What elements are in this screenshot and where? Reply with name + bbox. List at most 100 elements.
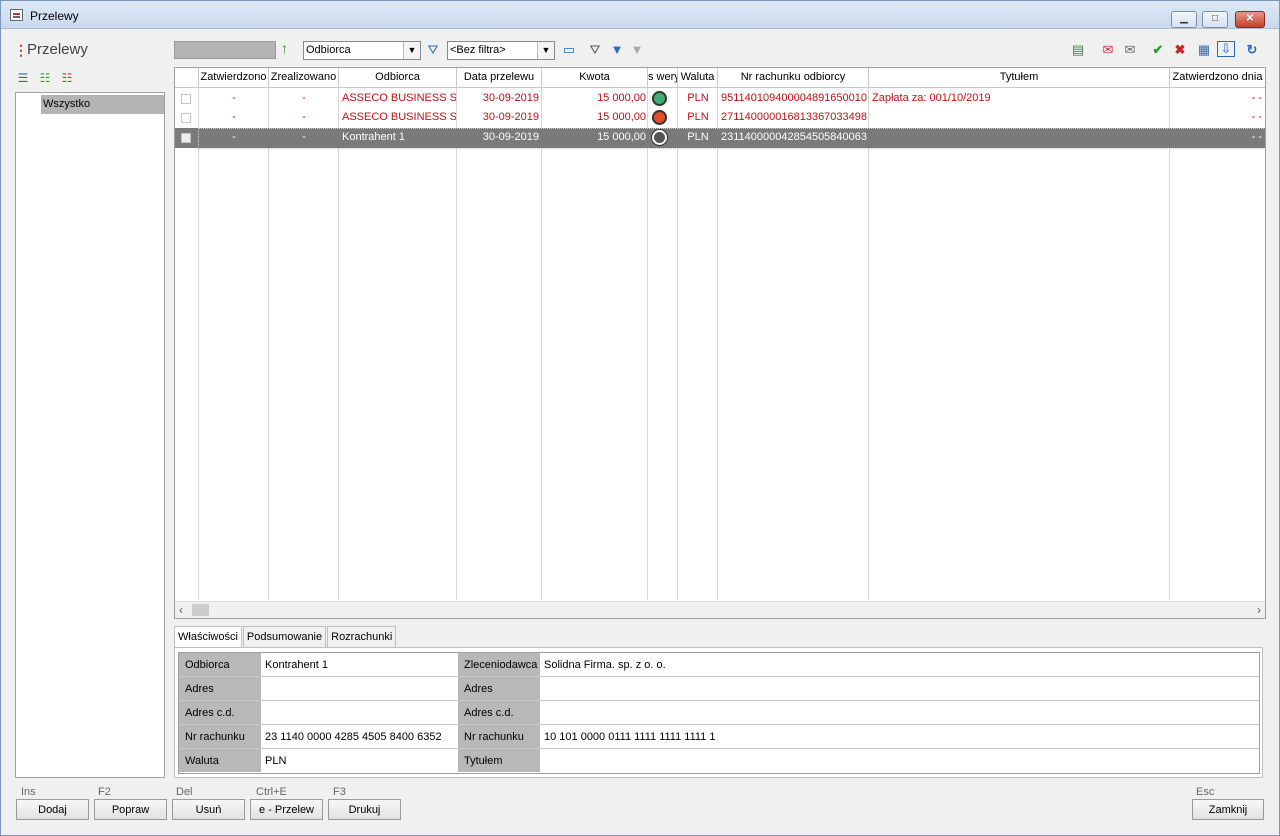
toolbar: ⋮ Przelewy ↑ Odbiorca ▼ ⛛ <Bez filtra> ▼… [1,37,1279,65]
table-row-selected[interactable]: - - Kontrahent 1 30-09-2019 15 000,00 PL… [175,128,1265,149]
property-label: Nr rachunku [179,725,261,748]
filter-combo[interactable]: <Bez filtra> ▼ [447,41,555,60]
tree-expand-icon[interactable]: ☷ [36,71,54,87]
date-cell: 30-09-2019 [482,92,539,104]
approved-date-cell: - - [1251,111,1262,123]
recipient-cell: Kontrahent 1 [342,131,405,143]
refresh-icon[interactable]: ↻ [1243,41,1261,59]
column-header[interactable]: Waluta [678,68,718,88]
close-window-button[interactable]: Zamknij [1192,799,1264,820]
row-checkbox[interactable] [181,94,191,104]
amount-cell: 15 000,00 [597,131,646,143]
filter-table-icon[interactable]: ⛛ [586,41,604,59]
scroll-left-icon[interactable]: ‹ [179,603,183,617]
filter-clear-icon[interactable]: ▼ [628,41,646,59]
property-label: Adres c.d. [179,701,261,724]
row-checkbox[interactable] [181,133,191,143]
property-row: Nr rachunku 23 1140 0000 4285 4505 8400 … [179,725,1259,749]
refresh-list-icon[interactable]: ▤ [1069,41,1087,59]
grid-view-icon[interactable]: ▦ [1195,41,1213,59]
property-value [541,701,1257,724]
maximize-button[interactable]: □ [1202,11,1228,28]
amount-cell: 15 000,00 [597,111,646,123]
table-row[interactable]: - - ASSECO BUSINESS SO 30-09-2019 15 000… [175,89,1265,109]
account-cell: 95114010940000489165001020 [721,92,867,104]
row-checkbox[interactable] [181,113,191,123]
tab-properties[interactable]: Właściwości [174,626,242,648]
tree-panel: Wszystko [15,92,165,778]
column-header[interactable]: Zrealizowano [269,68,339,88]
recipient-cell: ASSECO BUSINESS SO [342,92,456,104]
currency-cell: PLN [687,131,709,143]
edit-button[interactable]: Popraw [94,799,167,820]
property-value [541,749,1257,772]
property-label: Adres [179,677,261,700]
print-button[interactable]: Drukuj [328,799,401,820]
send-mail-icon[interactable]: ✉ [1099,41,1117,59]
completed-cell: - [302,92,306,104]
horizontal-scrollbar[interactable]: ‹ › [175,601,1265,618]
approved-cell: - [232,111,236,123]
account-cell: 23114000004285450584006352 [721,131,867,143]
properties-table: Odbiorca Kontrahent 1 Zleceniodawca Soli… [178,652,1260,774]
column-header[interactable]: Zatwierdzono [199,68,269,88]
add-button[interactable]: Dodaj [16,799,89,820]
title-cell [872,111,1168,125]
cancel-icon[interactable]: ✖ [1171,41,1189,59]
calendar-icon[interactable]: ▭ [560,41,578,59]
property-label: Adres c.d. [458,701,540,724]
column-header-checkbox[interactable] [175,68,199,88]
status-dot-icon [652,130,667,145]
column-header[interactable]: Odbiorca [339,68,457,88]
tree-settings-icon[interactable]: ☷ [58,71,76,87]
scroll-right-icon[interactable]: › [1257,603,1261,617]
currency-cell: PLN [687,111,709,123]
receive-mail-icon[interactable]: ✉ [1121,41,1139,59]
minimize-button[interactable]: ▁ [1171,11,1197,28]
sort-direction-icon[interactable]: ↑ [281,40,288,56]
column-header[interactable]: Nr rachunku odbiorcy [718,68,869,88]
scrollbar-thumb[interactable] [192,604,209,616]
property-row: Odbiorca Kontrahent 1 Zleceniodawca Soli… [179,653,1259,677]
property-value: 23 1140 0000 4285 4505 8400 6352 [262,725,458,748]
completed-cell: - [302,131,306,143]
property-label: Tytułem [458,749,540,772]
account-cell: 27114000001681336703349860 [721,111,867,123]
tab-settlements[interactable]: Rozrachunki [327,626,397,647]
approved-date-cell: - - [1251,131,1262,143]
column-header[interactable]: Zatwierdzono dnia [1170,68,1265,88]
approved-cell: - [232,131,236,143]
recipient-cell: ASSECO BUSINESS SO [342,111,456,123]
tree-toolbar: ☰ ☷ ☷ [14,71,80,87]
column-header[interactable]: Data przelewu [457,68,542,88]
filter-icon[interactable]: ▼ [608,41,626,59]
shortcut-label: F3 [333,786,346,798]
column-header[interactable]: Kwota [542,68,648,88]
chevron-down-icon[interactable]: ▼ [403,42,420,59]
column-header[interactable]: s wery [648,68,678,88]
delete-button[interactable]: Usuń [172,799,245,820]
close-button[interactable]: ✕ [1235,11,1265,28]
status-dot-icon [652,110,667,125]
menu-dots-icon[interactable]: ⋮ [14,42,28,59]
filter-settings-icon[interactable]: ⛛ [424,41,442,59]
property-row: Waluta PLN Tytułem [179,749,1259,773]
approve-icon[interactable]: ✔ [1149,41,1167,59]
column-header[interactable]: Tytułem [869,68,1170,88]
app-icon [10,9,23,21]
download-icon[interactable]: ⇩ [1217,41,1235,57]
properties-panel: Odbiorca Kontrahent 1 Zleceniodawca Soli… [174,647,1263,778]
tree-collapse-icon[interactable]: ☰ [14,71,32,87]
property-value [541,677,1257,700]
tree-item-all[interactable]: Wszystko [41,95,164,114]
title-bar: Przelewy ▁ □ ✕ [1,1,1279,29]
chevron-down-icon[interactable]: ▼ [537,42,554,59]
property-value [262,701,458,724]
table-row[interactable]: - - ASSECO BUSINESS SO 30-09-2019 15 000… [175,108,1265,128]
e-transfer-button[interactable]: e - Przelew [250,799,323,820]
page-title: Przelewy [27,41,88,58]
tab-summary[interactable]: Podsumowanie [242,626,327,647]
search-input[interactable] [174,41,276,59]
sort-combo[interactable]: Odbiorca ▼ [303,41,421,60]
completed-cell: - [302,111,306,123]
